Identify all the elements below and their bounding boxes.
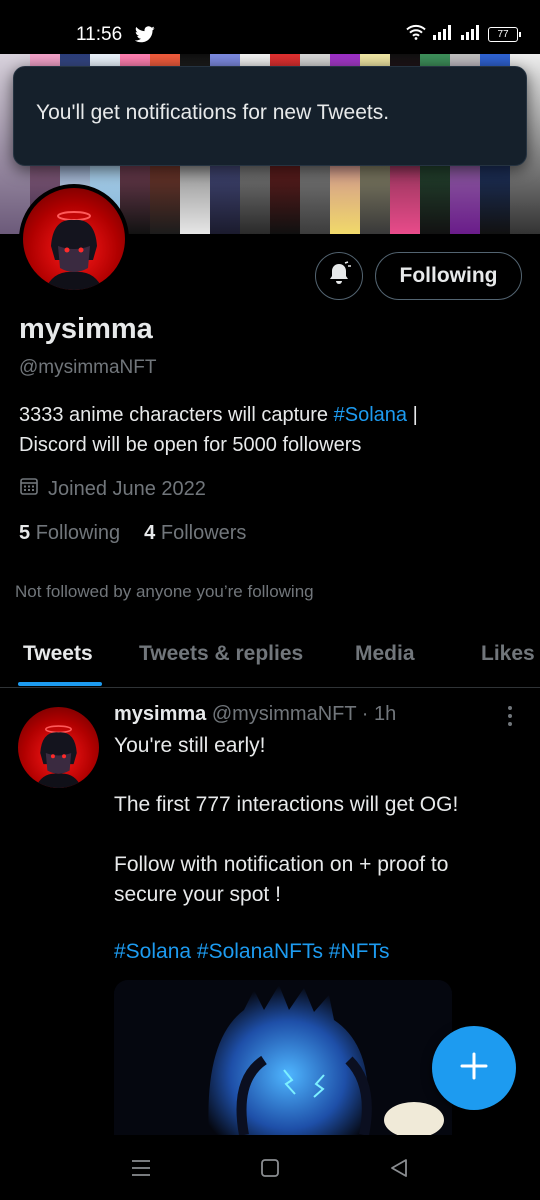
tweet-hashtags[interactable]: #Solana #SolanaNFTs #NFTs	[114, 940, 389, 964]
following-button[interactable]: Following	[375, 252, 522, 300]
more-options-icon[interactable]	[500, 704, 520, 728]
tweet-author-name[interactable]: mysimma	[114, 703, 206, 725]
bio-hashtag-link[interactable]: #Solana	[334, 404, 407, 426]
display-name: mysimma	[19, 313, 153, 345]
active-tab-indicator	[18, 682, 102, 686]
tweet-text-line-1: You're still early!	[114, 734, 266, 757]
status-bar: 11:56 77	[0, 0, 540, 54]
profile-handle: @mysimmaNFT	[19, 357, 157, 378]
bio-line-1: 3333 anime characters will capture #Sola…	[19, 400, 519, 430]
calendar-icon	[19, 476, 39, 502]
profile-avatar[interactable]	[19, 184, 129, 294]
tab-likes[interactable]: Likes	[481, 642, 535, 666]
joined-date: Joined June 2022	[19, 476, 206, 502]
follow-stats: 5 Following 4 Followers	[19, 522, 246, 545]
status-time: 11:56	[76, 24, 123, 45]
tweet-text-line-3b: secure your spot !	[114, 883, 281, 906]
signal-icon-2	[460, 24, 482, 45]
notification-bell-button[interactable]	[315, 252, 363, 300]
following-stat[interactable]: 5 Following	[19, 522, 120, 545]
compose-tweet-button[interactable]	[432, 1026, 516, 1110]
system-nav-bar	[0, 1135, 540, 1200]
following-label: Following	[35, 522, 121, 544]
tweet-separator: ·	[361, 703, 369, 725]
bio-text-end: |	[407, 404, 418, 426]
back-nav-icon[interactable]	[384, 1155, 414, 1181]
toast-message: You'll get notifications for new Tweets.	[36, 101, 390, 124]
plus-icon	[459, 1051, 489, 1086]
tweet-avatar[interactable]	[18, 707, 99, 788]
bio-line-2: Discord will be open for 5000 followers	[19, 434, 362, 456]
menu-nav-icon[interactable]	[126, 1155, 156, 1181]
tweet-text-line-2: The first 777 interactions will get OG!	[114, 793, 459, 816]
followers-stat[interactable]: 4 Followers	[144, 522, 246, 545]
tweet-author-handle[interactable]: @mysimmaNFT	[212, 703, 356, 725]
tab-media[interactable]: Media	[355, 642, 415, 666]
joined-text: Joined June 2022	[48, 477, 206, 500]
followers-count: 4	[144, 522, 156, 544]
notification-toast: You'll get notifications for new Tweets.	[13, 66, 527, 166]
profile-bio: 3333 anime characters will capture #Sola…	[19, 400, 519, 460]
tab-tweets[interactable]: Tweets	[23, 642, 93, 666]
twitter-bird-icon	[134, 26, 155, 48]
tab-tweets-replies[interactable]: Tweets & replies	[139, 642, 303, 666]
tweet-header: mysimma @mysimmaNFT · 1h	[114, 703, 396, 726]
status-icons: 77	[406, 24, 521, 45]
battery-icon: 77	[488, 27, 521, 42]
followers-label: Followers	[160, 522, 247, 544]
tweet-media-image[interactable]	[114, 980, 452, 1135]
bio-text: 3333 anime characters will capture	[19, 404, 334, 426]
not-followed-note: Not followed by anyone you’re following	[15, 582, 314, 601]
bell-active-icon	[326, 260, 352, 292]
signal-icon	[432, 24, 454, 45]
home-nav-icon[interactable]	[255, 1155, 285, 1181]
tweet-text-line-3a: Follow with notification on + proof to	[114, 853, 449, 876]
tweet-time: 1h	[374, 703, 397, 725]
wifi-icon	[406, 24, 426, 45]
profile-tabs: Tweets Tweets & replies Media Likes	[0, 630, 540, 688]
following-count: 5	[19, 522, 31, 544]
